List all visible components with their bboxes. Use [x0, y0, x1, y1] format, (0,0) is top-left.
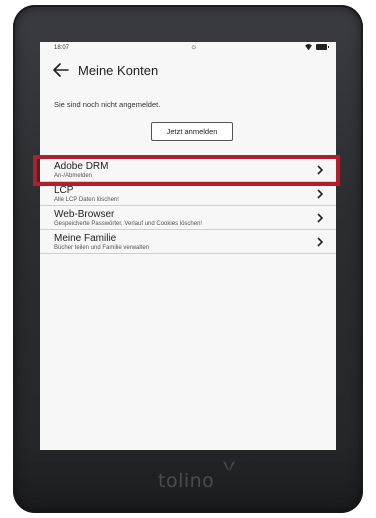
- butterfly-icon: [223, 461, 235, 471]
- brand-logo: tolino: [158, 470, 215, 492]
- account-item-subtitle: Gespeicherte Passwörter, Verlauf und Coo…: [54, 221, 203, 227]
- account-item-subtitle: Alle LCP Daten löschen!: [54, 197, 119, 203]
- login-button[interactable]: Jetzt anmelden: [151, 122, 233, 141]
- ereader-screen: 18:07 ☼ Meine Konten Sie sind noch nicht…: [40, 42, 336, 450]
- account-item-subtitle: An-/Abmelden: [54, 173, 93, 179]
- frontlight-icon[interactable]: ☼: [190, 43, 197, 51]
- wifi-icon: [304, 44, 313, 50]
- account-item-subtitle: Bücher teilen und Familie verwalten: [54, 245, 150, 251]
- accounts-list: Adobe DRM An-/Abmelden LCP Alle LCP Date…: [40, 158, 336, 254]
- status-time: 18:07: [54, 45, 70, 51]
- page-title: Meine Konten: [78, 63, 159, 78]
- chevron-right-icon: [317, 213, 324, 223]
- account-item-title: Web-Browser: [54, 209, 115, 220]
- account-item-web-browser[interactable]: Web-Browser Gespeicherte Passwörter, Ver…: [40, 206, 336, 230]
- chevron-right-icon: [317, 189, 324, 199]
- page-header: Meine Konten: [40, 56, 336, 86]
- chevron-right-icon: [317, 165, 324, 175]
- account-item-adobe-drm[interactable]: Adobe DRM An-/Abmelden: [40, 158, 336, 182]
- status-icons: [304, 44, 329, 50]
- back-arrow-icon[interactable]: [52, 61, 70, 79]
- account-item-lcp[interactable]: LCP Alle LCP Daten löschen!: [40, 182, 336, 206]
- account-item-title: Adobe DRM: [54, 161, 109, 172]
- status-bar: 18:07 ☼: [40, 42, 336, 54]
- battery-icon: [316, 44, 329, 50]
- account-item-meine-familie[interactable]: Meine Familie Bücher teilen und Familie …: [40, 230, 336, 254]
- account-item-title: LCP: [54, 185, 74, 196]
- account-item-title: Meine Familie: [54, 233, 117, 244]
- chevron-right-icon: [317, 237, 324, 247]
- login-status-text: Sie sind noch nicht angemeldet.: [54, 100, 161, 109]
